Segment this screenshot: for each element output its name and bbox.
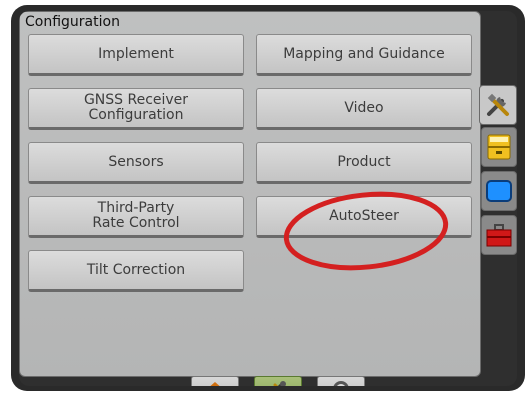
gnss-label-line2: Configuration bbox=[88, 107, 184, 123]
bottom-tab-home[interactable] bbox=[191, 376, 239, 386]
implement-label: Implement bbox=[98, 45, 174, 62]
camera-icon bbox=[333, 381, 349, 386]
tools-icon bbox=[273, 381, 286, 386]
implement-button[interactable]: Implement bbox=[28, 34, 244, 76]
product-button[interactable]: Product bbox=[256, 142, 472, 184]
screen-icon bbox=[486, 180, 512, 202]
home-icon bbox=[210, 382, 220, 386]
autosteer-button[interactable]: AutoSteer bbox=[256, 196, 472, 238]
side-tab-tools[interactable] bbox=[479, 85, 517, 125]
device-frame: Configuration Implement Mapping and Guid… bbox=[11, 5, 525, 391]
gnss-receiver-button[interactable]: GNSS Receiver Configuration bbox=[28, 88, 244, 130]
configuration-panel: Configuration Implement Mapping and Guid… bbox=[19, 11, 481, 377]
tilt-correction-label: Tilt Correction bbox=[86, 261, 186, 278]
third-party-rate-control-button[interactable]: Third-Party Rate Control bbox=[28, 196, 244, 238]
tools-icon bbox=[487, 93, 509, 116]
tilt-correction-button[interactable]: Tilt Correction bbox=[28, 250, 244, 292]
toolbox-icon bbox=[486, 224, 512, 247]
side-tab-toolbox[interactable] bbox=[481, 215, 517, 255]
panel-title: Configuration bbox=[25, 14, 120, 30]
drawer-icon bbox=[487, 134, 511, 160]
video-label: Video bbox=[344, 99, 384, 116]
sensors-label: Sensors bbox=[108, 153, 164, 170]
third-party-label-line2: Rate Control bbox=[92, 215, 180, 231]
side-tab-screen[interactable] bbox=[481, 171, 517, 211]
bottom-tab-tools[interactable] bbox=[254, 376, 302, 386]
gnss-label-line1: GNSS Receiver bbox=[83, 92, 189, 108]
third-party-label-line1: Third-Party bbox=[97, 200, 175, 216]
side-tab-drawer[interactable] bbox=[481, 127, 517, 167]
product-label: Product bbox=[337, 153, 391, 170]
bottom-tab-camera[interactable] bbox=[317, 376, 365, 386]
screen: Configuration Implement Mapping and Guid… bbox=[19, 11, 517, 386]
video-button[interactable]: Video bbox=[256, 88, 472, 130]
sensors-button[interactable]: Sensors bbox=[28, 142, 244, 184]
mapping-guidance-button[interactable]: Mapping and Guidance bbox=[256, 34, 472, 76]
autosteer-label: AutoSteer bbox=[329, 207, 399, 224]
mapping-guidance-label: Mapping and Guidance bbox=[283, 45, 445, 62]
